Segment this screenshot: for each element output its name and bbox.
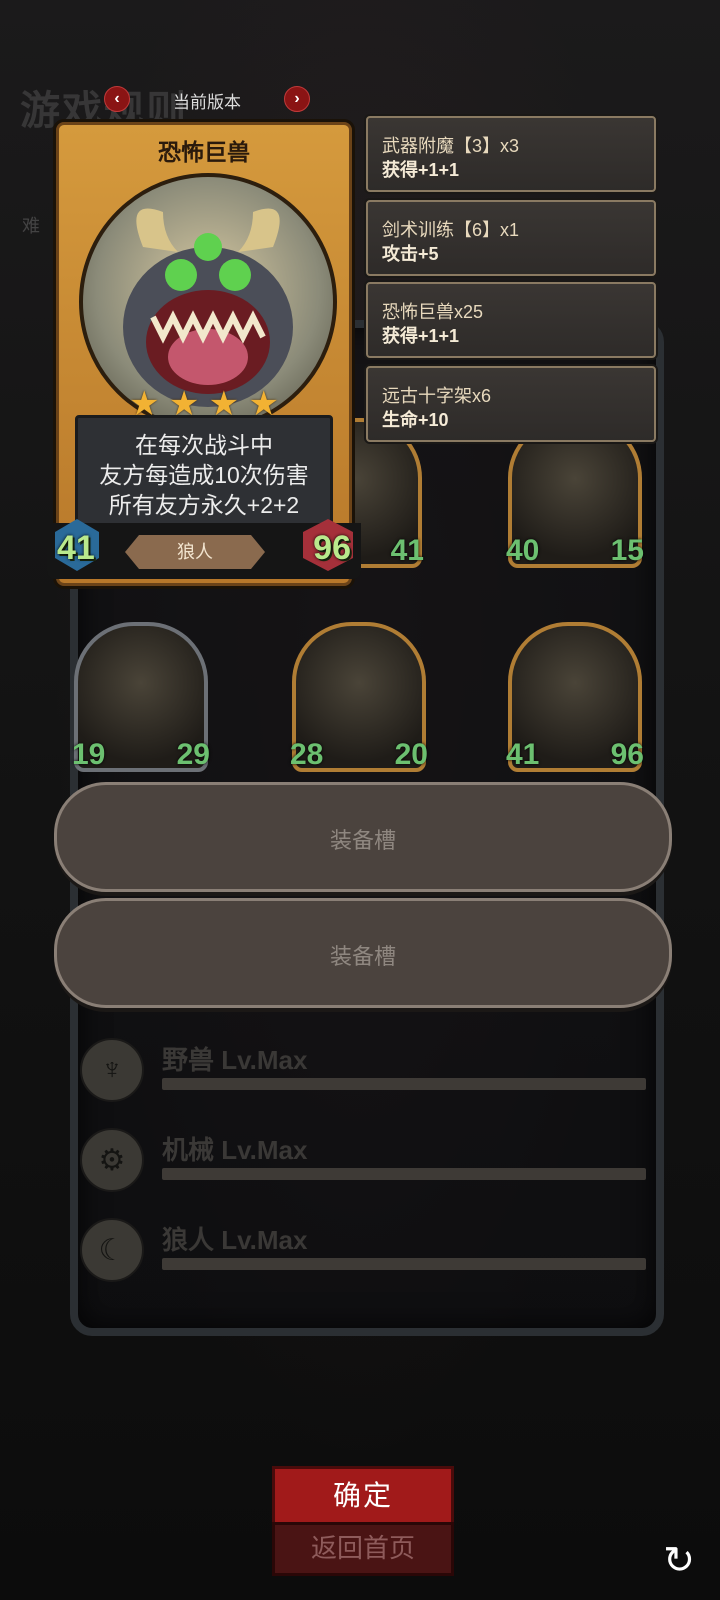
enchantment-name: 剑术训练【6】x1 [382,220,520,240]
card-stat-bar: 41 狼人 96 [47,519,361,579]
team-card[interactable]: 28 20 [290,622,428,772]
team-card-health: 29 [176,738,210,771]
tribe-level-beast: ♆ 野兽 Lv.Max [80,1038,646,1104]
enchantment-item: 剑术训练【6】x1 攻击+5 [366,200,656,276]
chevron-left-icon[interactable]: ‹ [104,86,130,112]
card-tribe: 狼人 [125,535,265,569]
enchantment-effect: 生命+10 [382,410,449,430]
description-line: 友方每造成10次伤害 [99,462,309,488]
tribe-progress-bar [162,1168,646,1180]
equipment-slot-label: 装备槽 [329,944,396,969]
monster-card: 恐怖巨兽 ★ ★ ★ ★ 在每次战斗中 友方每造成10次伤害 所有友方永久+2+… [47,122,361,586]
version-label: 当前版本 [173,93,241,112]
team-card-health: 96 [610,738,644,771]
team-card-health: 15 [610,534,644,567]
enchantment-effect: 攻击+5 [382,244,439,264]
equipment-slot[interactable]: 装备槽 [54,782,672,892]
team-card-attack: 19 [72,738,106,771]
return-home-button[interactable]: 返回首页 [272,1522,454,1576]
enchantment-item: 武器附魔【3】x3 获得+1+1 [366,116,656,192]
team-card-health: 20 [394,738,428,771]
beast-icon: ♆ [80,1038,144,1102]
enchantment-effect: 获得+1+1 [382,160,460,180]
chevron-right-icon[interactable]: › [284,86,310,112]
tribe-level-label: 狼人 Lv.Max [162,1225,308,1255]
description-line: 在每次战斗中 [135,432,273,458]
enchantment-item: 恐怖巨兽x25 获得+1+1 [366,282,656,358]
card-health: 96 [313,529,351,567]
refresh-icon[interactable]: ↻ [658,1540,700,1582]
background-difficulty: 难 [22,216,40,236]
werewolf-icon: ☾ [80,1218,144,1282]
enchantment-name: 武器附魔【3】x3 [382,136,520,156]
confirm-button[interactable]: 确定 [272,1466,454,1528]
team-card[interactable]: 19 29 [72,622,210,772]
team-card-attack: 41 [506,738,540,771]
enchantment-effect: 获得+1+1 [382,326,460,346]
team-card-health: 41 [390,534,424,567]
mech-icon: ⚙ [80,1128,144,1192]
version-selector: ‹ 当前版本 › [104,86,310,112]
enchantment-name: 远古十字架x6 [382,386,492,406]
team-card[interactable]: 41 96 [506,622,644,772]
team-card-attack: 40 [506,534,540,567]
card-attack: 41 [57,529,95,567]
equipment-slot[interactable]: 装备槽 [54,898,672,1008]
tribe-level-werewolf: ☾ 狼人 Lv.Max [80,1218,646,1284]
enchantment-name: 恐怖巨兽x25 [382,302,484,322]
enchantment-item: 远古十字架x6 生命+10 [366,366,656,442]
tribe-level-label: 机械 Lv.Max [162,1135,308,1165]
tribe-progress-bar [162,1258,646,1270]
tribe-level-mech: ⚙ 机械 Lv.Max [80,1128,646,1194]
card-name: 恐怖巨兽 [158,139,250,165]
equipment-slot-label: 装备槽 [329,828,396,853]
description-line: 所有友方永久+2+2 [108,492,300,518]
tribe-progress-bar [162,1078,646,1090]
team-card-attack: 28 [290,738,324,771]
tribe-level-label: 野兽 Lv.Max [162,1045,308,1075]
